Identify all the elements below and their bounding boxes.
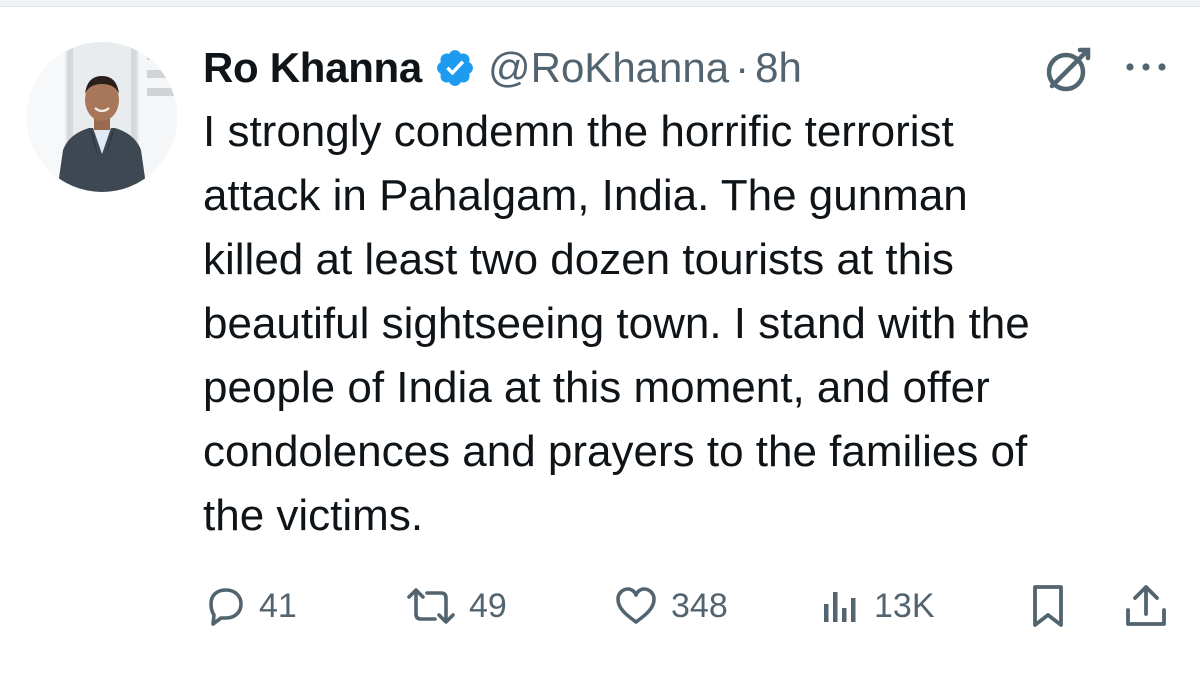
tweet-text: I strongly condemn the horrific terroris… — [203, 107, 1030, 540]
action-bar: 41 49 348 13K — [0, 578, 1200, 634]
verified-badge-icon[interactable] — [434, 47, 476, 89]
reply-bubble-icon — [209, 588, 243, 626]
views-button[interactable]: 13K — [818, 578, 935, 634]
more-dots-icon[interactable] — [1122, 50, 1170, 84]
tweet-card[interactable]: Ro Khanna @RoKhanna · 8h I strongly cond… — [0, 0, 1200, 683]
repost-button[interactable]: 49 — [405, 578, 507, 634]
heart-icon — [616, 587, 656, 624]
timestamp[interactable]: 8h — [755, 44, 802, 92]
separator-dot: · — [735, 44, 750, 91]
grok-icon[interactable] — [1040, 42, 1096, 98]
analytics-bars-icon — [824, 592, 856, 622]
like-button[interactable]: 348 — [613, 578, 728, 634]
share-button[interactable] — [1122, 578, 1170, 634]
share-upload-icon — [1126, 585, 1166, 626]
bookmark-button[interactable] — [1026, 578, 1070, 634]
repost-count: 49 — [469, 586, 507, 625]
repost-arrows-icon — [407, 588, 455, 624]
views-count: 13K — [874, 586, 935, 625]
profile-photo — [27, 42, 177, 192]
tweet-header: Ro Khanna @RoKhanna · 8h — [203, 40, 802, 96]
display-name[interactable]: Ro Khanna — [203, 44, 422, 92]
reply-button[interactable]: 41 — [203, 578, 297, 634]
like-count: 348 — [671, 586, 728, 625]
avatar[interactable] — [27, 42, 177, 192]
reply-count: 41 — [259, 586, 297, 625]
author-handle[interactable]: @RoKhanna — [488, 44, 729, 92]
bookmark-icon — [1033, 585, 1063, 627]
